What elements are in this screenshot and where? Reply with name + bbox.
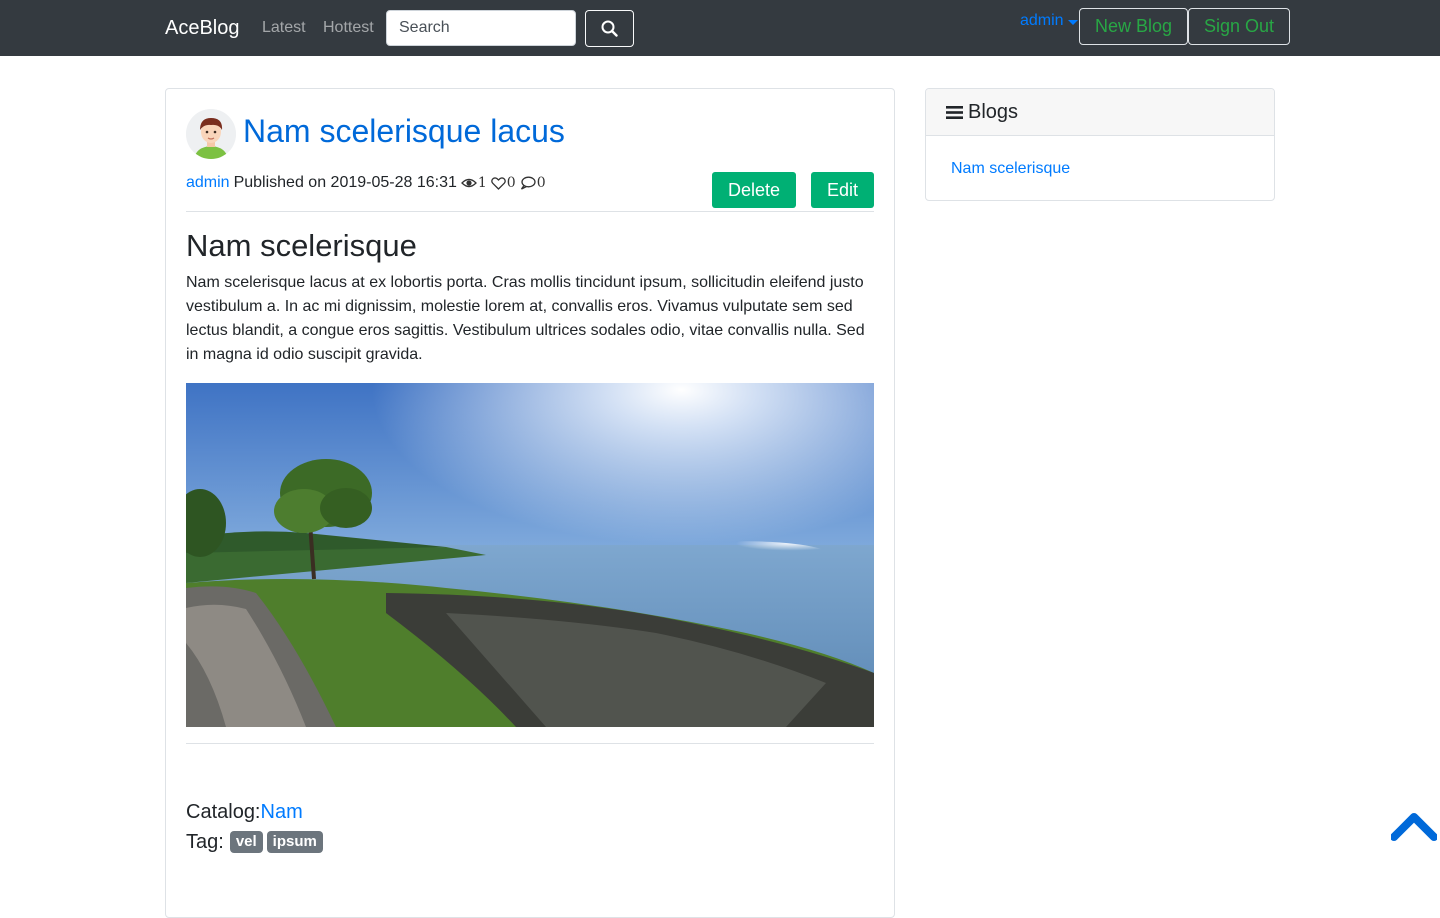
view-count-value: 1: [477, 175, 487, 191]
new-blog-button[interactable]: New Blog: [1079, 8, 1188, 45]
tag-badge[interactable]: ipsum: [266, 831, 323, 853]
user-menu-dropdown[interactable]: admin: [1020, 11, 1078, 31]
tag-badge[interactable]: vel: [229, 831, 263, 853]
search-icon: [601, 20, 618, 37]
comment-count-value: 0: [536, 175, 546, 191]
navbar: AceBlog Latest Hottest admin New Blog Si…: [0, 0, 1440, 56]
edit-button[interactable]: Edit: [811, 172, 874, 208]
post-author-link[interactable]: admin: [186, 173, 230, 193]
post-meta: admin Published on 2019-05-28 16:31 1 0 …: [186, 173, 546, 193]
caret-down-icon: [1067, 19, 1078, 25]
divider: [186, 743, 874, 744]
divider: [186, 211, 874, 212]
author-avatar[interactable]: [186, 109, 236, 159]
nav-hottest-link[interactable]: Hottest: [323, 18, 374, 38]
search-button[interactable]: [585, 10, 634, 47]
sign-out-button[interactable]: Sign Out: [1188, 8, 1290, 45]
tag-label: Tag:: [186, 831, 224, 853]
post-title[interactable]: Nam scelerisque lacus: [243, 112, 565, 150]
published-date: Published on 2019-05-28 16:31: [233, 174, 457, 191]
catalog-label: Catalog:: [186, 801, 261, 823]
user-menu-label: admin: [1020, 12, 1064, 29]
catalog-row: Catalog:Nam: [186, 800, 303, 824]
bars-icon: [946, 105, 963, 119]
back-to-top-button[interactable]: [1390, 811, 1438, 843]
search-input[interactable]: [386, 10, 576, 46]
comment-icon: [520, 176, 536, 190]
tag-row: Tag: vel ipsum: [186, 830, 323, 854]
content-heading: Nam scelerisque: [186, 228, 417, 263]
like-count-value: 0: [506, 175, 516, 191]
nav-latest-link[interactable]: Latest: [262, 18, 306, 38]
like-count[interactable]: 0: [490, 173, 516, 193]
content-body: Nam scelerisque lacus at ex lobortis por…: [186, 274, 865, 363]
sidebar-header: Blogs: [926, 89, 1274, 136]
brand-logo[interactable]: AceBlog: [165, 16, 240, 40]
catalog-link[interactable]: Nam: [261, 801, 303, 823]
comment-count[interactable]: 0: [520, 173, 546, 193]
blogs-sidebar: Blogs Nam scelerisque: [925, 88, 1275, 201]
eye-icon: [460, 178, 477, 188]
sidebar-item-nam-scelerisque[interactable]: Nam scelerisque: [951, 159, 1070, 179]
view-count: 1: [460, 173, 487, 193]
post-image: [186, 383, 874, 727]
sidebar-title: Blogs: [968, 100, 1019, 123]
delete-button[interactable]: Delete: [712, 172, 796, 208]
heart-icon: [490, 176, 506, 190]
chevron-up-icon: [1390, 813, 1438, 841]
